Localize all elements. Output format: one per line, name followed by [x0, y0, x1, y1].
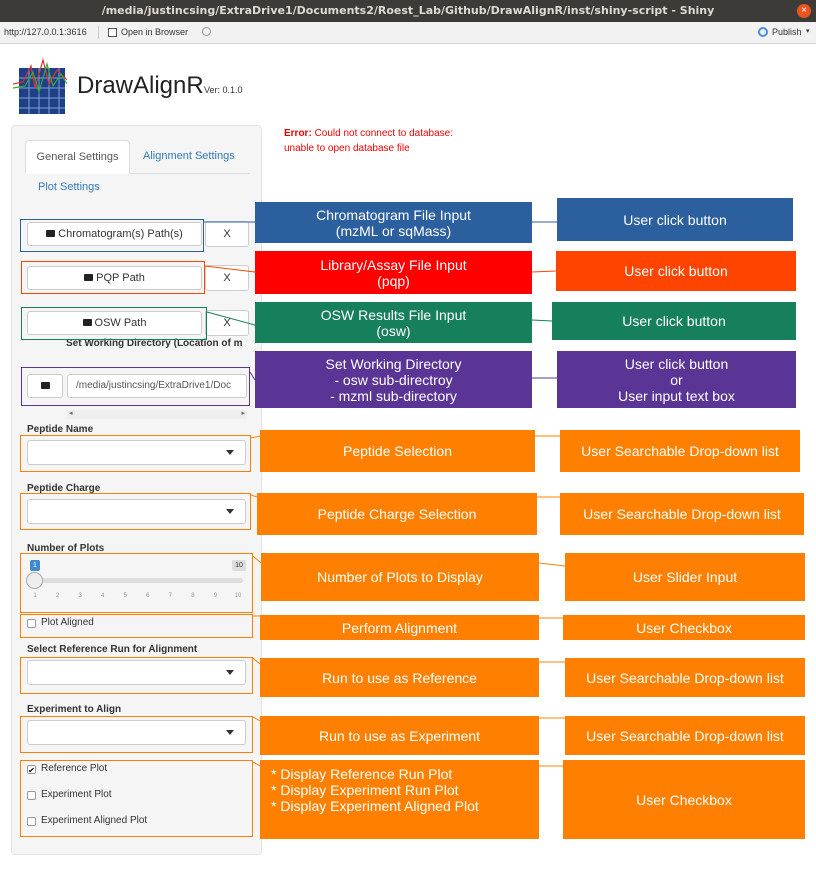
chrom-action: User click button: [557, 198, 793, 241]
library-annotation-title: Library/Assay File Input: [320, 256, 467, 273]
reference-annotation: Run to use as Reference: [260, 658, 539, 697]
display-annotation-line1: * Display Reference Run Plot: [271, 766, 453, 782]
experiment-annotation: Run to use as Experiment: [260, 716, 539, 755]
display-annotation-line3: * Display Experiment Aligned Plot: [271, 798, 479, 814]
workdir-annotation: Set Working Directory - osw sub-directro…: [255, 351, 532, 408]
osw-annotation: OSW Results File Input (osw): [255, 302, 532, 343]
reference-action: User Searchable Drop-down list: [565, 658, 805, 697]
align-annotation: Perform Alignment: [260, 615, 539, 640]
align-action: User Checkbox: [563, 615, 805, 640]
peptide-action: User Searchable Drop-down list: [560, 430, 800, 472]
workdir-action-line2: or: [670, 371, 683, 388]
chrom-annotation-subtitle: (mzML or sqMass): [335, 222, 452, 239]
chrom-annotation-title: Chromatogram File Input: [316, 206, 471, 223]
workdir-annotation-line3: - mzml sub-directory: [330, 387, 457, 404]
workdir-annotation-title: Set Working Directory: [325, 355, 462, 372]
workdir-action-line3: User input text box: [618, 387, 735, 404]
library-annotation-subtitle: (pqp): [377, 272, 410, 289]
experiment-action: User Searchable Drop-down list: [565, 716, 805, 755]
workdir-action: User click button or User input text box: [557, 351, 796, 408]
peptide-annotation: Peptide Selection: [260, 430, 535, 472]
chrom-annotation: Chromatogram File Input (mzML or sqMass): [255, 202, 532, 243]
display-action: User Checkbox: [563, 760, 805, 839]
library-annotation: Library/Assay File Input (pqp): [255, 251, 532, 294]
workdir-action-line1: User click button: [624, 355, 729, 372]
workdir-annotation-line2: - osw sub-directroy: [334, 371, 453, 388]
numplots-action: User Slider Input: [565, 553, 805, 601]
osw-annotation-title: OSW Results File Input: [320, 306, 467, 323]
charge-annotation: Peptide Charge Selection: [257, 493, 537, 535]
numplots-annotation: Number of Plots to Display: [261, 553, 539, 601]
osw-action: User click button: [552, 302, 796, 340]
display-annotation: * Display Reference Run Plot * Display E…: [260, 760, 539, 839]
charge-action: User Searchable Drop-down list: [560, 493, 804, 535]
library-action: User click button: [556, 251, 796, 291]
osw-annotation-subtitle: (osw): [376, 322, 411, 339]
display-annotation-line2: * Display Experiment Run Plot: [271, 782, 459, 798]
